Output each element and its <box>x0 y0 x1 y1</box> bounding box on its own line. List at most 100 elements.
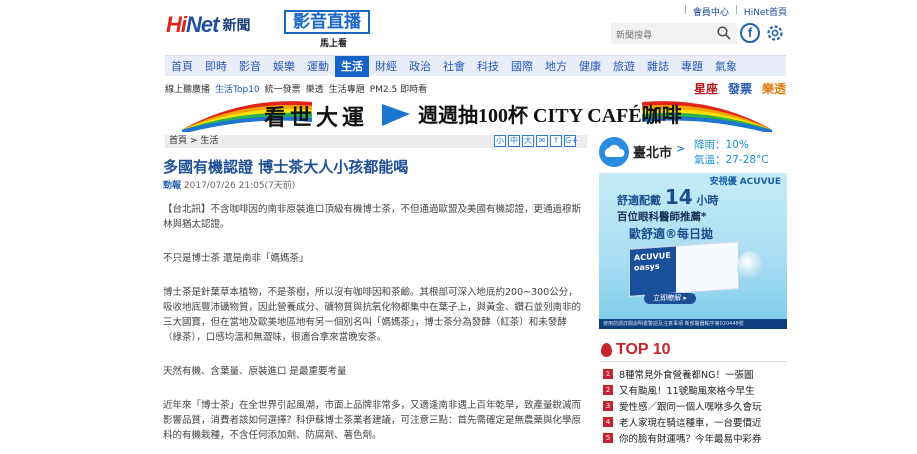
invoice-link[interactable]: 統一發票 <box>265 82 301 95</box>
article-paragraph: 【台北訊】不含咖啡因的南非原裝進口頂級有機博士茶，不但通過歐盟及美國有機認證，更… <box>163 204 582 230</box>
acuvue-ad[interactable]: 安視優 ACUVUE 舒適配戴 14 小時 百位眼科醫師推薦* 歐舒適®每日拋 … <box>599 173 787 329</box>
search-input[interactable] <box>611 25 711 47</box>
sub-bar: 線上聽廣播 生活Top10 統一發票 樂透 生活專題 PM2.5 即時看 星座 … <box>165 80 786 96</box>
product-box-image: ACUVUE oasys <box>629 241 739 297</box>
divider <box>601 361 787 362</box>
email-share-icon[interactable]: ✉ <box>536 135 548 147</box>
water-drop-image <box>737 251 763 281</box>
live-stream-link[interactable]: 影音直播 馬上看 <box>284 10 371 49</box>
breadcrumb-sep: > <box>189 136 198 146</box>
article-title: 多國有機認證 博士茶大人小孩都能喝 <box>163 158 409 176</box>
weather-city: 臺北市 <box>633 146 673 161</box>
article-body: 【台北訊】不含咖啡因的南非原裝進口頂級有機博士茶，不但通過歐盟及美國有機認證，更… <box>163 202 583 454</box>
top-links: | 會員中心 | HiNet首頁 <box>683 5 787 18</box>
logo-text: HiNet <box>166 12 219 37</box>
breadcrumb-home[interactable]: 首頁 <box>169 136 187 146</box>
top10-item[interactable]: 5 你的臉有財運嗎？今年最易中彩券 <box>603 430 787 446</box>
promo-banner[interactable]: 看世大運 週週抽100杯 CITY CAFÉ咖啡 <box>182 96 772 132</box>
rank-number: 1 <box>603 369 613 379</box>
live-sub-label: 馬上看 <box>320 39 348 49</box>
top10-item[interactable]: 4 老人家現在騎這種車，一台要價近 <box>603 414 787 430</box>
article-meta: 勁報 2017/07/26 21:05(7天前) <box>163 178 295 191</box>
top10-item-title: 愛性感／跟同一個人嘿咻多久會玩 <box>619 402 762 413</box>
ad-cta-button[interactable]: 立即瞭解 ▸ <box>644 293 696 304</box>
font-small-button[interactable]: 小 <box>494 135 506 147</box>
nav-item[interactable]: 氣象 <box>709 56 743 77</box>
nav-item[interactable]: 生活 <box>335 56 369 77</box>
hinet-home-link[interactable]: HiNet首頁 <box>744 5 787 18</box>
ad-fine-print: 使用前請詳閱說明書警語及注意事項 衛部醫器輸字第020448號 <box>599 319 787 329</box>
rank-number: 3 <box>603 401 613 411</box>
top10-item-title: 老人家現在騎這種車，一台要價近 <box>619 418 762 429</box>
font-large-button[interactable]: 大 <box>522 135 534 147</box>
ad-brand: 安視優 ACUVUE <box>709 177 781 187</box>
googleplus-share-icon[interactable]: G+ <box>564 135 578 147</box>
nav-item[interactable]: 娛樂 <box>267 56 301 77</box>
horoscope-link[interactable]: 星座 <box>694 80 718 97</box>
facebook-icon[interactable]: f <box>740 23 760 43</box>
top10-item-title: 8種常見外食營養都NG！一張圖 <box>619 370 754 381</box>
weather-rain: 降雨：10% <box>694 139 749 151</box>
top10-item[interactable]: 2 又有颱風！11號颱風來格今早生 <box>603 382 787 398</box>
logo-suffix: 新聞 <box>222 18 251 34</box>
pm25-link[interactable]: PM2.5 即時看 <box>370 82 427 95</box>
main-nav: 首頁 即時 影音 娛樂 運動 生活 財經 政治 社會 科技 國際 地方 健康 旅遊 雜誌 專題 氣象 <box>165 55 786 77</box>
hinet-news-logo[interactable]: HiNet 新聞 <box>166 10 250 40</box>
flame-icon <box>601 343 612 357</box>
ad-product-line: 歐舒適®每日拋 <box>629 227 714 241</box>
ad-subheadline: 百位眼科醫師推薦* <box>617 211 707 223</box>
top10-list: 1 8種常見外食營養都NG！一張圖 2 又有颱風！11號颱風來格今早生 3 愛性感／跟同一… <box>603 366 787 446</box>
breadcrumb-section[interactable]: 生活 <box>200 136 218 146</box>
nav-item[interactable]: 地方 <box>539 56 573 77</box>
nav-item[interactable]: 首頁 <box>165 56 199 77</box>
banner-promo: 週週抽100杯 CITY CAFÉ咖啡 <box>418 105 682 127</box>
share-toolbar: 小 中 大 ✉ f G+ <box>494 135 578 147</box>
radio-link[interactable]: 線上聽廣播 <box>165 82 210 95</box>
life-topics-link[interactable]: 生活專題 <box>329 82 365 95</box>
gear-icon[interactable] <box>765 23 785 43</box>
article-paragraph: 不只是博士茶 還是南非「媽媽茶」 <box>163 253 309 264</box>
nav-item[interactable]: 即時 <box>199 56 233 77</box>
article-source[interactable]: 勁報 <box>163 181 181 191</box>
top10-title: TOP 10 <box>616 341 671 358</box>
nav-item[interactable]: 財經 <box>369 56 403 77</box>
nav-item[interactable]: 旅遊 <box>607 56 641 77</box>
live-label: 影音直播 <box>284 10 370 34</box>
invoice-quick-link[interactable]: 發票 <box>728 80 752 97</box>
rank-number: 5 <box>603 433 613 443</box>
life-top10-link[interactable]: 生活Top10 <box>215 82 260 95</box>
banner-title: 看世大運 <box>264 106 369 131</box>
article-paragraph: 近年來「博士茶」在全世界引起風潮，市面上品牌非常多，又適逢南非遇上百年乾旱，致產… <box>163 400 582 441</box>
article-datetime: 2017/07/26 21:05(7天前) <box>183 181 296 191</box>
nav-item[interactable]: 雜誌 <box>641 56 675 77</box>
rank-number: 4 <box>603 417 613 427</box>
nav-item[interactable]: 健康 <box>573 56 607 77</box>
top10-item-title: 又有颱風！11號颱風來格今早生 <box>619 386 755 397</box>
nav-item[interactable]: 科技 <box>471 56 505 77</box>
nav-item[interactable]: 運動 <box>301 56 335 77</box>
article-paragraph: 天然有機、含葉量、原裝進口 是最重要考量 <box>163 366 347 377</box>
weather-cloud-icon <box>599 137 629 167</box>
top10-item-title: 你的臉有財運嗎？今年最易中彩券 <box>619 434 762 445</box>
rank-number: 2 <box>603 385 613 395</box>
product-name: ACUVUE oasys <box>634 250 671 273</box>
lottery-link[interactable]: 樂透 <box>306 82 324 95</box>
font-medium-button[interactable]: 中 <box>508 135 520 147</box>
nav-item[interactable]: 影音 <box>233 56 267 77</box>
chevron-right-icon[interactable]: > <box>676 142 685 155</box>
article-paragraph: 博士茶是針葉草本植物，不是茶樹，所以沒有咖啡因和茶鹼。其根部可深入地底約200~… <box>163 287 582 343</box>
weather-temp: 氣溫：27-28°C <box>694 154 769 166</box>
lotto-quick-link[interactable]: 樂透 <box>762 80 786 97</box>
search-icon[interactable] <box>717 26 731 40</box>
nav-item[interactable]: 社會 <box>437 56 471 77</box>
ad-headline: 舒適配戴 14 小時 <box>617 185 719 209</box>
top10-item[interactable]: 1 8種常見外食營養都NG！一張圖 <box>603 366 787 382</box>
weather-widget[interactable]: 臺北市 > 降雨：10% 氣溫：27-28°C <box>599 135 787 171</box>
facebook-share-icon[interactable]: f <box>550 135 562 147</box>
top10-header: TOP 10 <box>601 341 671 359</box>
nav-item[interactable]: 政治 <box>403 56 437 77</box>
member-center-link[interactable]: 會員中心 <box>693 5 729 18</box>
top10-item[interactable]: 3 愛性感／跟同一個人嘿咻多久會玩 <box>603 398 787 414</box>
nav-item[interactable]: 專題 <box>675 56 709 77</box>
nav-item[interactable]: 國際 <box>505 56 539 77</box>
